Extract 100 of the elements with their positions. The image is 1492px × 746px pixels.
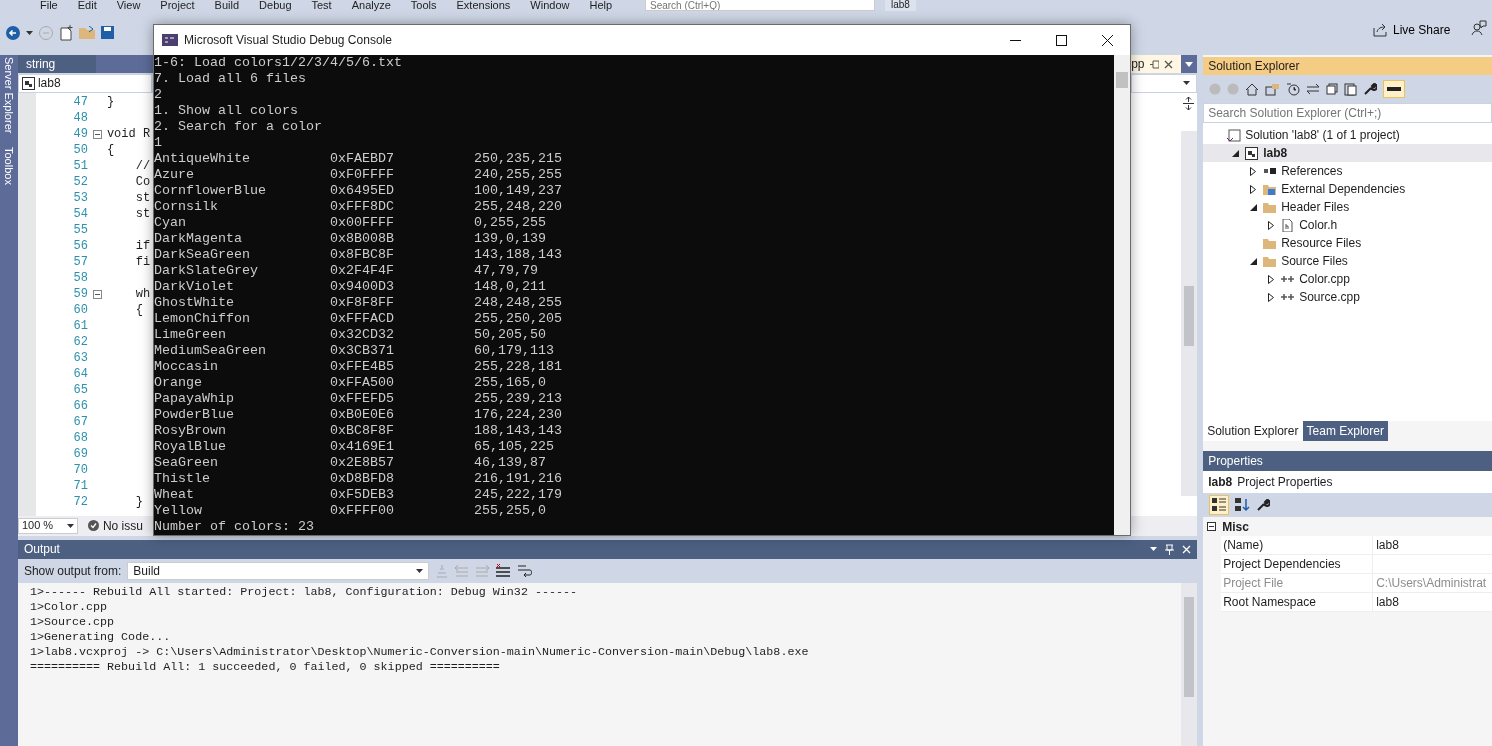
tree-item[interactable]: Solution 'lab8' (1 of 1 project) (1203, 126, 1492, 144)
pin-icon[interactable] (1149, 59, 1159, 69)
maximize-icon[interactable] (1055, 34, 1067, 46)
sync-icon[interactable] (1306, 83, 1321, 95)
tree-item[interactable]: lab8 (1203, 144, 1492, 162)
rgb-value: 255,248,220 (474, 199, 562, 215)
rgb-value: 248,248,255 (474, 295, 562, 311)
color-name: PowderBlue (154, 407, 235, 423)
collapse-all-icon[interactable] (1326, 83, 1339, 95)
collapsed-arrow-icon[interactable] (1268, 220, 1275, 230)
menu-item[interactable]: View (106, 0, 151, 10)
menu-item[interactable]: Extensions (446, 0, 521, 10)
word-wrap-icon[interactable] (517, 563, 534, 578)
tree-item[interactable]: Header Files (1203, 198, 1492, 216)
navigation-dropdown[interactable]: lab8 (17, 73, 152, 93)
folder-icon[interactable] (79, 26, 95, 39)
panel-tab[interactable]: Team Explorer (1302, 421, 1388, 441)
panel-tab[interactable]: Solution Explorer (1203, 421, 1303, 441)
wrench-icon[interactable] (1363, 82, 1378, 96)
switch-views-icon[interactable] (1265, 82, 1281, 96)
color-name: SeaGreen (154, 455, 219, 471)
new-file-icon[interactable] (59, 24, 73, 41)
color-name: Thistle (154, 471, 211, 487)
menu-item[interactable]: Window (520, 0, 580, 10)
line-number: 70 (72, 462, 88, 479)
menu-item[interactable]: Edit (67, 0, 107, 10)
side-tab[interactable]: Toolbox (0, 147, 18, 186)
rgb-value: 60,179,113 (474, 343, 554, 359)
hex-value: 0xF8F8FF (330, 295, 395, 311)
document-tab[interactable]: string (17, 55, 96, 73)
caret-icon[interactable] (26, 30, 33, 35)
folder-icon (1263, 254, 1278, 268)
property-value[interactable]: lab8 (1373, 536, 1399, 554)
output-line: 1>Color.cpp (29, 599, 109, 615)
expanded-arrow-icon[interactable] (1249, 257, 1257, 265)
tree-item[interactable]: Source.cpp (1203, 288, 1492, 306)
tree-item[interactable]: Color.h (1203, 216, 1492, 234)
caret-icon[interactable] (1150, 547, 1158, 552)
menu-item[interactable]: Help (579, 0, 623, 10)
console-line: 1 (154, 135, 163, 151)
tree-item[interactable]: Color.cpp (1203, 270, 1492, 288)
document-tab[interactable]: pp (1129, 55, 1182, 73)
menu-item[interactable]: Analyze (341, 0, 401, 10)
feedback-icon[interactable] (1471, 20, 1487, 36)
property-value[interactable]: lab8 (1373, 593, 1399, 611)
output-source-dropdown[interactable]: Build (127, 561, 430, 580)
search-field[interactable]: Search (Ctrl+Q) (645, 0, 875, 11)
hex-value: 0xFFFACD (330, 311, 395, 327)
live-share-button[interactable]: Live Share (1373, 21, 1451, 39)
rgb-value: 255,255,0 (474, 503, 546, 519)
code-line: { (134, 302, 143, 319)
categorized-icon[interactable] (1212, 498, 1227, 512)
menu-item[interactable]: Tools (400, 0, 447, 10)
history-icon[interactable] (1286, 82, 1301, 96)
folder-icon (1263, 236, 1278, 250)
menu-item[interactable]: Test (301, 0, 342, 10)
rgb-value: 176,224,230 (474, 407, 562, 423)
hex-value: 0xF0FFFF (330, 167, 395, 183)
color-name: Wheat (154, 487, 195, 503)
menu-item[interactable]: Build (204, 0, 250, 10)
collapse-icon[interactable] (1207, 522, 1217, 531)
hex-value: 0x2F4F4F (330, 263, 395, 279)
clear-all-icon[interactable] (495, 563, 512, 578)
collapse-icon[interactable] (92, 129, 102, 139)
split-icon[interactable] (1183, 97, 1195, 110)
tree-item[interactable]: Resource Files (1203, 234, 1492, 252)
search-field[interactable]: Search Solution Explorer (Ctrl+;) (1203, 103, 1492, 123)
color-name: DarkSeaGreen (154, 247, 251, 263)
collapse-icon[interactable] (92, 289, 102, 299)
solution-icon (1227, 128, 1242, 142)
scrollbar[interactable] (1181, 131, 1198, 496)
wrench-icon[interactable] (1256, 498, 1271, 512)
show-all-files-icon[interactable] (1344, 82, 1358, 96)
tree-item[interactable]: References (1203, 162, 1492, 180)
expanded-arrow-icon[interactable] (1249, 203, 1257, 211)
line-number: 67 (72, 414, 88, 431)
line-number: 47 (72, 94, 88, 111)
tree-item[interactable]: Source Files (1203, 252, 1492, 270)
side-tab[interactable]: Server Explorer (0, 57, 18, 134)
menu-item[interactable]: File (30, 0, 68, 10)
zoom-dropdown[interactable]: 100 % (17, 517, 78, 534)
color-name: CornflowerBlue (154, 183, 267, 199)
output-line: 1>Source.cpp (29, 614, 116, 630)
expanded-arrow-icon[interactable] (1231, 149, 1239, 157)
sort-alphabetical-icon[interactable] (1235, 498, 1251, 512)
caret-icon[interactable] (1185, 61, 1194, 67)
hex-value: 0x6495ED (330, 183, 395, 199)
home-icon[interactable] (1245, 82, 1260, 96)
preview-icon[interactable] (1387, 86, 1402, 92)
code-line: wh (134, 286, 151, 303)
line-number: 63 (72, 350, 88, 367)
scrollbar[interactable] (1114, 55, 1130, 535)
scrollbar[interactable] (1181, 582, 1198, 746)
close-icon[interactable] (1101, 34, 1113, 46)
close-icon[interactable] (1163, 59, 1173, 69)
menu-item[interactable]: Debug (249, 0, 302, 10)
tree-item[interactable]: External Dependencies (1203, 180, 1492, 198)
save-icon[interactable] (101, 26, 114, 39)
folder-icon (1263, 200, 1278, 214)
menu-item[interactable]: Project (150, 0, 205, 10)
